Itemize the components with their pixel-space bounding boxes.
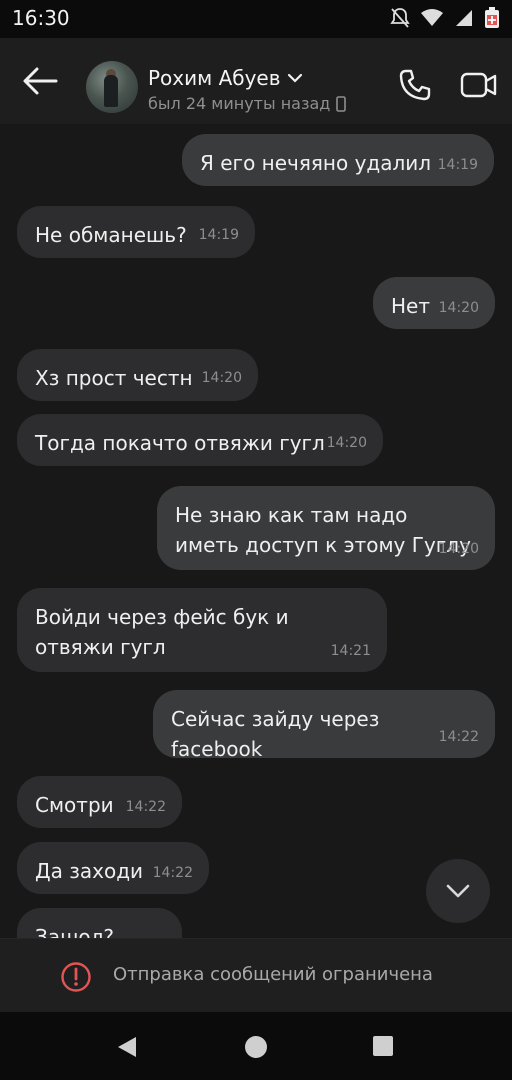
message-time: 14:20 xyxy=(201,370,242,386)
wifi-icon xyxy=(421,9,443,26)
contact-name-row[interactable]: Рохим Абуев xyxy=(148,66,303,90)
message-text: Зашол? xyxy=(35,925,115,938)
message-list[interactable]: Я его нечяяно удалил 14:19 Не обманешь? … xyxy=(0,124,512,938)
message-time: 14:19 xyxy=(198,227,239,243)
message-bubble[interactable]: Сейчас зайду через facebook 14:22 xyxy=(153,690,495,761)
battery-icon xyxy=(485,7,499,28)
message-text: Да заходи xyxy=(35,859,144,883)
message-bubble[interactable]: Я его нечяяно удалил 14:19 xyxy=(182,134,494,186)
message-text: Сейчас зайду через facebook xyxy=(171,707,380,761)
chevron-down-icon xyxy=(287,73,302,83)
message-text: Не знаю как там надо иметь доступ к этом… xyxy=(175,503,471,557)
restriction-text: Отправка сообщений ограничена xyxy=(113,964,433,985)
message-time: 14:19 xyxy=(437,157,478,173)
signal-icon xyxy=(456,10,472,26)
status-bar: 16:30 xyxy=(0,0,512,38)
message-text: Войди через фейс бук и отвяжи гугл xyxy=(35,605,289,659)
notifications-off-icon xyxy=(390,8,410,28)
chevron-down-icon xyxy=(446,884,470,898)
message-bubble[interactable]: Да заходи 14:22 xyxy=(17,842,209,894)
message-time: 14:21 xyxy=(330,643,371,659)
message-time: 14:22 xyxy=(438,729,479,745)
message-time: 14:20 xyxy=(438,300,479,316)
contact-status-row: был 24 минуты назад xyxy=(148,94,347,113)
status-time: 16:30 xyxy=(12,6,70,30)
messaging-restricted-bar: Отправка сообщений ограничена xyxy=(0,938,512,1013)
chat-header: Рохим Абуев был 24 минуты назад xyxy=(0,38,512,124)
message-bubble[interactable]: Не обманешь? 14:19 xyxy=(17,206,255,258)
system-nav-bar xyxy=(0,1012,512,1080)
message-bubble[interactable]: Нет 14:20 xyxy=(373,277,495,329)
message-time: 14:22 xyxy=(125,799,166,815)
message-bubble[interactable]: Зашол? xyxy=(17,908,182,938)
contact-status: был 24 минуты назад xyxy=(148,94,331,113)
message-time: 14:22 xyxy=(152,865,193,881)
message-bubble[interactable]: Смотри 14:22 xyxy=(17,776,182,828)
message-bubble[interactable]: Тогда покачто отвяжи гугл 14:20 xyxy=(17,414,383,466)
nav-back-icon[interactable] xyxy=(116,1036,138,1058)
back-arrow-icon[interactable] xyxy=(22,66,58,96)
scroll-down-button[interactable] xyxy=(426,859,490,923)
mobile-device-icon xyxy=(336,95,347,112)
message-time: 14:20 xyxy=(326,435,367,451)
message-bubble[interactable]: Не знаю как там надо иметь доступ к этом… xyxy=(157,486,495,570)
contact-name: Рохим Абуев xyxy=(148,66,281,90)
avatar[interactable] xyxy=(86,61,138,113)
message-time: 14:20 xyxy=(438,541,479,557)
warning-icon xyxy=(61,962,91,992)
message-bubble[interactable]: Войди через фейс бук и отвяжи гугл 14:21 xyxy=(17,588,387,672)
message-text: Тогда покачто отвяжи гугл xyxy=(35,431,325,455)
message-text: Я его нечяяно удалил xyxy=(200,151,432,175)
message-text: Хз прост честн xyxy=(35,366,193,390)
message-bubble[interactable]: Хз прост честн 14:20 xyxy=(17,349,258,401)
message-text: Смотри xyxy=(35,793,114,817)
avatar-figure xyxy=(104,75,118,107)
status-icons xyxy=(390,7,500,29)
nav-recent-apps-button[interactable] xyxy=(373,1036,393,1056)
video-call-icon[interactable] xyxy=(460,68,498,102)
nav-home-button[interactable] xyxy=(245,1036,267,1058)
message-text: Не обманешь? xyxy=(35,223,187,247)
message-text: Нет xyxy=(391,294,430,318)
phone-call-icon[interactable] xyxy=(398,68,432,102)
